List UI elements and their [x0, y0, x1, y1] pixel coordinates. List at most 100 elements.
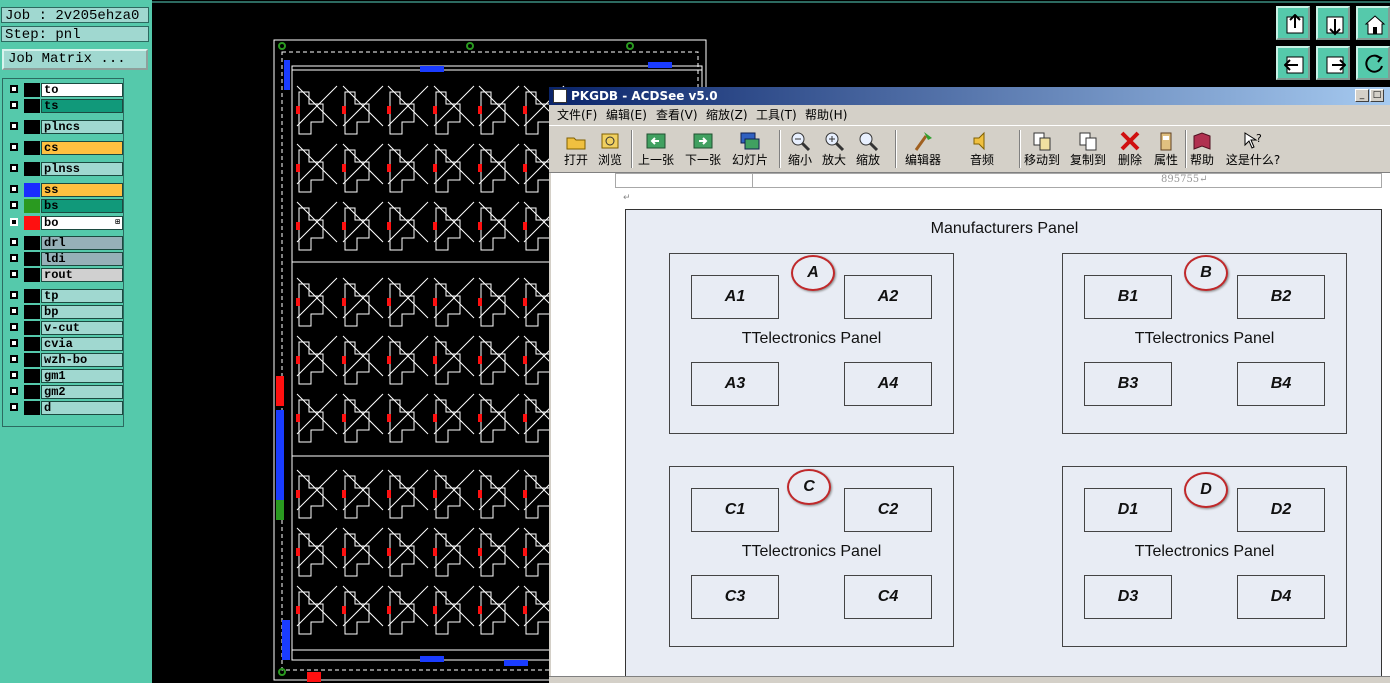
layer-color-swatch[interactable] [24, 268, 40, 282]
layer-name[interactable]: drl [41, 236, 123, 250]
layer-checkbox[interactable] [10, 270, 18, 278]
toolbar-button-copy-to[interactable]: 复制到 [1069, 128, 1107, 170]
layer-row-bs[interactable]: bs [5, 199, 123, 213]
layer-name[interactable]: d [41, 401, 123, 415]
nav-button-right[interactable] [1316, 46, 1350, 80]
menu-zoom[interactable]: 缩放(Z) [706, 107, 748, 123]
layer-name[interactable]: gm2 [41, 385, 123, 399]
layer-checkbox[interactable] [10, 101, 18, 109]
layer-color-swatch[interactable] [24, 236, 40, 250]
layer-checkbox[interactable] [10, 218, 18, 226]
layer-checkbox[interactable] [10, 403, 18, 411]
layer-checkbox[interactable] [10, 371, 18, 379]
layer-name[interactable]: bs [41, 199, 123, 213]
toolbar-button-move-to[interactable]: 移动到 [1023, 128, 1061, 170]
toolbar-button-browse[interactable]: 浏览 [595, 128, 625, 170]
menu-tools[interactable]: 工具(T) [756, 107, 797, 123]
job-matrix-button[interactable]: Job Matrix ... [2, 49, 148, 70]
toolbar-button-zoom-out[interactable]: 缩小 [785, 128, 815, 170]
layer-color-swatch[interactable] [24, 162, 40, 176]
layer-name[interactable]: gm1 [41, 369, 123, 383]
layer-checkbox[interactable] [10, 355, 18, 363]
layer-name[interactable]: ts [41, 99, 123, 113]
menu-edit[interactable]: 编辑(E) [606, 107, 647, 123]
layer-color-swatch[interactable] [24, 353, 40, 367]
layer-name[interactable]: bo ⊞ [41, 216, 123, 230]
layer-name[interactable]: cvia [41, 337, 123, 351]
nav-button-left[interactable] [1276, 46, 1310, 80]
layer-row-cs[interactable]: cs [5, 141, 123, 155]
layer-checkbox[interactable] [10, 339, 18, 347]
layer-row-cvia[interactable]: cvia [5, 337, 123, 351]
layer-checkbox[interactable] [10, 85, 18, 93]
layer-row-gm2[interactable]: gm2 [5, 385, 123, 399]
toolbar-button-help-book[interactable]: 帮助 [1187, 128, 1217, 170]
layer-name[interactable]: ss [41, 183, 123, 197]
menu-view[interactable]: 查看(V) [656, 107, 698, 123]
layer-color-swatch[interactable] [24, 252, 40, 266]
layer-row-gm1[interactable]: gm1 [5, 369, 123, 383]
toolbar-button-audio[interactable]: 音频 [967, 128, 997, 170]
menu-help[interactable]: 帮助(H) [805, 107, 847, 123]
layer-row-to[interactable]: to [5, 83, 123, 97]
layer-row-tp[interactable]: tp [5, 289, 123, 303]
layer-color-swatch[interactable] [24, 385, 40, 399]
nav-button-down[interactable] [1316, 6, 1350, 40]
toolbar-button-editor[interactable]: 编辑器 [903, 128, 943, 170]
layer-row-plncs[interactable]: plncs [5, 120, 123, 134]
layer-row-wzh-bo[interactable]: wzh-bo [5, 353, 123, 367]
layer-color-swatch[interactable] [24, 183, 40, 197]
layer-row-bp[interactable]: bp [5, 305, 123, 319]
title-bar[interactable]: PKGDB - ACDSee v5.0 _ □ [549, 87, 1390, 105]
layer-name[interactable]: plncs [41, 120, 123, 134]
layer-name[interactable]: wzh-bo [41, 353, 123, 367]
layer-name[interactable]: cs [41, 141, 123, 155]
nav-button-up[interactable] [1276, 6, 1310, 40]
layer-checkbox[interactable] [10, 201, 18, 209]
layer-name[interactable]: ldi [41, 252, 123, 266]
layer-color-swatch[interactable] [24, 305, 40, 319]
layer-row-bo[interactable]: bo ⊞ [5, 216, 123, 230]
layer-checkbox[interactable] [10, 164, 18, 172]
minimize-button[interactable]: _ [1355, 89, 1369, 102]
layer-row-rout[interactable]: rout [5, 268, 123, 282]
toolbar-button-zoom[interactable]: 缩放 [853, 128, 883, 170]
layer-name[interactable]: rout [41, 268, 123, 282]
layer-checkbox[interactable] [10, 291, 18, 299]
layer-checkbox[interactable] [10, 254, 18, 262]
layer-color-swatch[interactable] [24, 141, 40, 155]
layer-row-plnss[interactable]: plnss [5, 162, 123, 176]
expand-icon[interactable]: ⊞ [115, 219, 120, 227]
layer-color-swatch[interactable] [24, 99, 40, 113]
layer-checkbox[interactable] [10, 122, 18, 130]
layer-checkbox[interactable] [10, 307, 18, 315]
layer-row-v-cut[interactable]: v-cut [5, 321, 123, 335]
layer-row-ldi[interactable]: ldi [5, 252, 123, 266]
layer-checkbox[interactable] [10, 185, 18, 193]
toolbar-button-properties[interactable]: 属性 [1151, 128, 1181, 170]
menu-file[interactable]: 文件(F) [557, 107, 597, 123]
maximize-button[interactable]: □ [1370, 89, 1384, 102]
layer-color-swatch[interactable] [24, 337, 40, 351]
layer-color-swatch[interactable] [24, 120, 40, 134]
toolbar-button-whats-this[interactable]: ? 这是什么? [1225, 128, 1281, 170]
layer-checkbox[interactable] [10, 238, 18, 246]
toolbar-button-previous[interactable]: 上一张 [637, 128, 675, 170]
layer-name[interactable]: bp [41, 305, 123, 319]
layer-color-swatch[interactable] [24, 216, 40, 230]
layer-name[interactable]: v-cut [41, 321, 123, 335]
layer-name[interactable]: to [41, 83, 123, 97]
layer-checkbox[interactable] [10, 143, 18, 151]
layer-color-swatch[interactable] [24, 369, 40, 383]
toolbar-button-open-folder[interactable]: 打开 [561, 128, 591, 170]
layer-name[interactable]: tp [41, 289, 123, 303]
layer-row-ts[interactable]: ts [5, 99, 123, 113]
layer-checkbox[interactable] [10, 387, 18, 395]
layer-checkbox[interactable] [10, 323, 18, 331]
layer-color-swatch[interactable] [24, 289, 40, 303]
layer-row-ss[interactable]: ss [5, 183, 123, 197]
layer-row-drl[interactable]: drl [5, 236, 123, 250]
toolbar-button-slideshow[interactable]: 幻灯片 [731, 128, 769, 170]
toolbar-button-next[interactable]: 下一张 [684, 128, 722, 170]
layer-name[interactable]: plnss [41, 162, 123, 176]
